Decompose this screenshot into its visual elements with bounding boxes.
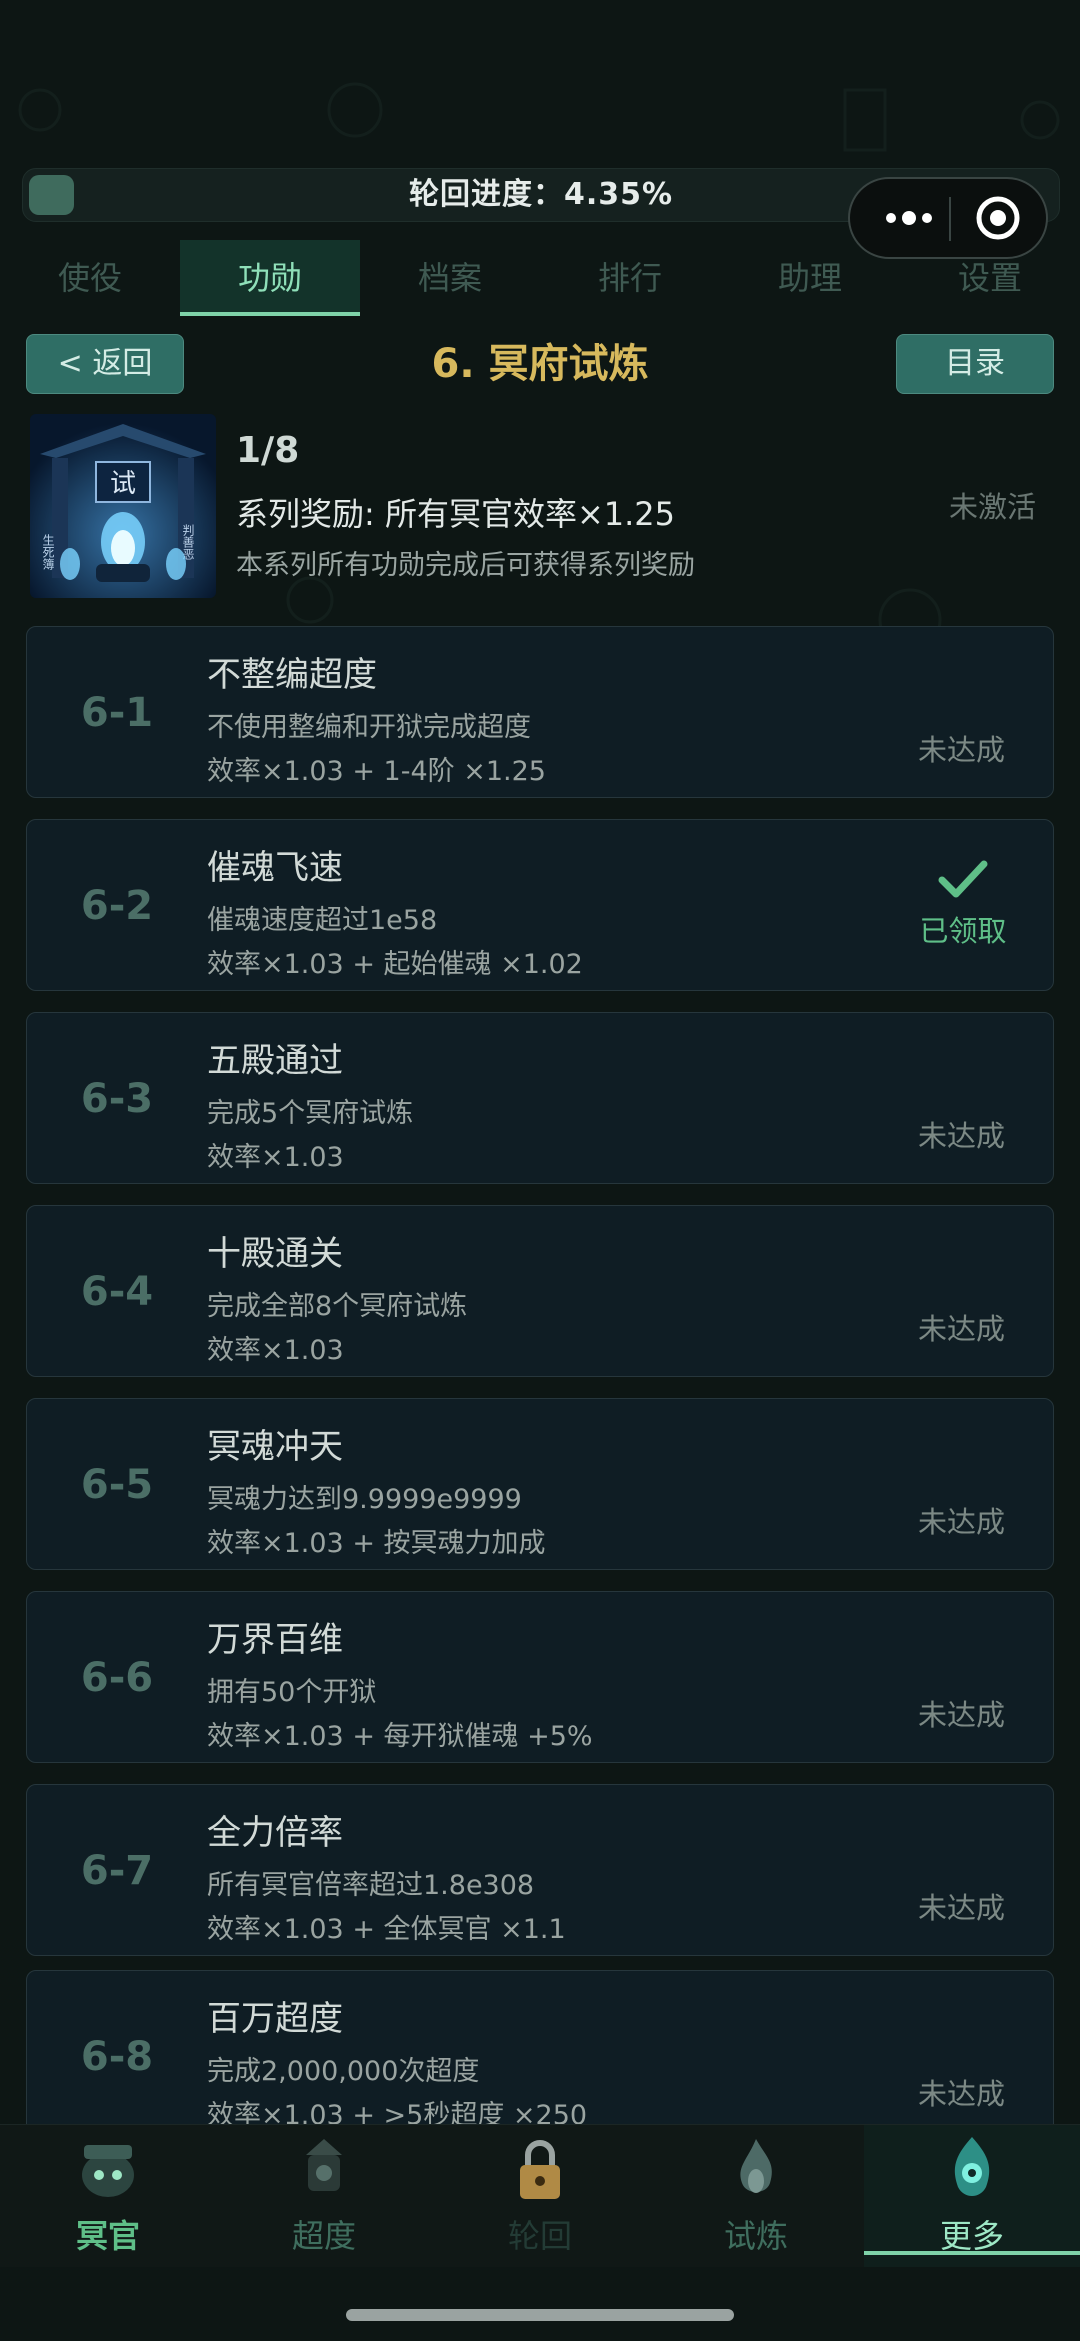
achievement-number: 6-5 [80,1462,154,1508]
achievement-number: 6-3 [80,1076,154,1122]
checkmark-icon [938,860,988,898]
capsule-divider [949,197,951,241]
achievement-requirement: 拥有50个开狱 [207,1677,377,1708]
achievement-claimed: 已领取 [913,860,1013,950]
achievement-requirement: 完成5个冥府试炼 [207,1098,414,1129]
flame-icon [740,2139,772,2193]
series-image-left-text: 生死簿 [41,534,55,570]
claimed-label: 已领取 [919,914,1007,948]
achievement-name: 全力倍率 [207,1813,343,1853]
achievement-status: 未达成 [917,1312,1005,1346]
achievement-name: 十殿通关 [207,1234,343,1274]
series-description: 本系列所有功勋完成后可获得系列奖励 [236,550,695,581]
achievement-reward: 效率×1.03 [207,1142,344,1173]
achievement-requirement: 所有冥官倍率超过1.8e308 [207,1870,535,1901]
achievement-reward: 效率×1.03 + 按冥魂力加成 [207,1528,546,1559]
back-button[interactable]: < 返回 [26,334,184,394]
achievement-status: 未达成 [917,733,1005,767]
series-reward: 系列奖励: 所有冥官效率×1.25 [236,495,676,533]
achievement-status: 未达成 [917,1505,1005,1539]
achievement-name: 冥魂冲天 [207,1427,343,1467]
achievement-status: 未达成 [917,1891,1005,1925]
achievement-requirement: 不使用整编和开狱完成超度 [207,712,531,743]
achievement-card-6-4[interactable]: 6-4 十殿通关 完成全部8个冥府试炼 效率×1.03 未达成 [26,1205,1054,1377]
achievement-card-6-8[interactable]: 6-8 百万超度 完成2,000,000次超度 效率×1.03 + >5秒超度 … [26,1970,1054,2142]
achievement-status: 未达成 [917,1698,1005,1732]
achievement-status: 未达成 [917,1119,1005,1153]
catalog-button[interactable]: 目录 [896,334,1054,394]
achievement-requirement: 催魂速度超过1e58 [207,905,438,936]
series-progress-count: 1/8 [236,430,300,471]
achievement-status: 未达成 [917,2077,1005,2111]
achievement-card-6-6[interactable]: 6-6 万界百维 拥有50个开狱 效率×1.03 + 每开狱催魂 +5% 未达成 [26,1591,1054,1763]
achievement-number: 6-1 [80,690,154,736]
achievement-number: 6-4 [80,1269,154,1315]
achievement-reward: 效率×1.03 [207,1335,344,1366]
achievement-requirement: 冥魂力达到9.9999e9999 [207,1484,522,1515]
nav-trials[interactable]: 试炼 [648,2125,864,2267]
series-image-sign: 试 [110,469,136,499]
page-title: 6. 冥府试炼 [431,341,649,387]
tab-servants[interactable]: 使役 [0,240,180,316]
tab-archive[interactable]: 档案 [360,240,540,316]
tab-achievements[interactable]: 功勋 [180,240,360,316]
achievement-reward: 效率×1.03 + 全体冥官 ×1.1 [207,1914,566,1945]
spirit-emblem-icon [954,2137,990,2196]
achievement-number: 6-7 [80,1848,154,1894]
achievement-card-6-3[interactable]: 6-3 五殿通过 完成5个冥府试炼 效率×1.03 未达成 [26,1012,1054,1184]
achievement-name: 催魂飞速 [207,848,343,888]
achievement-number: 6-8 [80,2034,154,2080]
achievement-number: 6-2 [80,883,154,929]
nav-label: 超度 [291,2217,356,2255]
achievement-name: 不整编超度 [207,655,377,695]
achievement-card-6-5[interactable]: 6-5 冥魂冲天 冥魂力达到9.9999e9999 效率×1.03 + 按冥魂力… [26,1398,1054,1570]
achievement-card-6-1[interactable]: 6-1 不整编超度 不使用整编和开狱完成超度 效率×1.03 + 1-4阶 ×1… [26,626,1054,798]
nav-salvation[interactable]: 超度 [216,2125,432,2267]
nav-reincarnation[interactable]: 轮回 [432,2125,648,2267]
nav-label: 试炼 [723,2217,788,2255]
achievement-name: 百万超度 [207,1999,343,2039]
nav-more[interactable]: 更多 [864,2125,1080,2267]
achievement-requirement: 完成全部8个冥府试炼 [207,1291,468,1322]
ghost-officials-icon [82,2145,134,2197]
nav-officials[interactable]: 冥官 [0,2125,216,2267]
achievement-requirement: 完成2,000,000次超度 [207,2056,480,2087]
tab-settings[interactable]: 设置 [900,240,1080,316]
nav-label: 更多 [939,2217,1004,2255]
series-image: 试 生死簿 判善恶 [30,414,216,598]
lock-icon [520,2140,560,2199]
nav-label: 冥官 [75,2217,140,2255]
achievement-reward: 效率×1.03 + 起始催魂 ×1.02 [207,949,583,980]
tab-ranking[interactable]: 排行 [540,240,720,316]
home-indicator[interactable] [346,2309,734,2321]
achievement-name: 五殿通过 [207,1041,343,1081]
achievement-card-6-7[interactable]: 6-7 全力倍率 所有冥官倍率超过1.8e308 效率×1.03 + 全体冥官 … [26,1784,1054,1956]
achievement-number: 6-6 [80,1655,154,1701]
achievement-reward: 效率×1.03 + 1-4阶 ×1.25 [207,756,546,787]
achievement-reward: 效率×1.03 + 每开狱催魂 +5% [207,1721,593,1752]
series-status: 未激活 [948,490,1036,524]
tab-assistant[interactable]: 助理 [720,240,900,316]
achievement-name: 万界百维 [207,1620,343,1660]
lantern-icon [306,2139,342,2191]
nav-label: 轮回 [507,2217,572,2255]
achievement-card-6-2[interactable]: 6-2 催魂飞速 催魂速度超过1e58 效率×1.03 + 起始催魂 ×1.02… [26,819,1054,991]
bottom-navigation: 冥官 超度 轮回 试炼 更多 [0,2124,1080,2267]
top-tabs: 使役 功勋 档案 排行 助理 设置 [0,240,1080,316]
